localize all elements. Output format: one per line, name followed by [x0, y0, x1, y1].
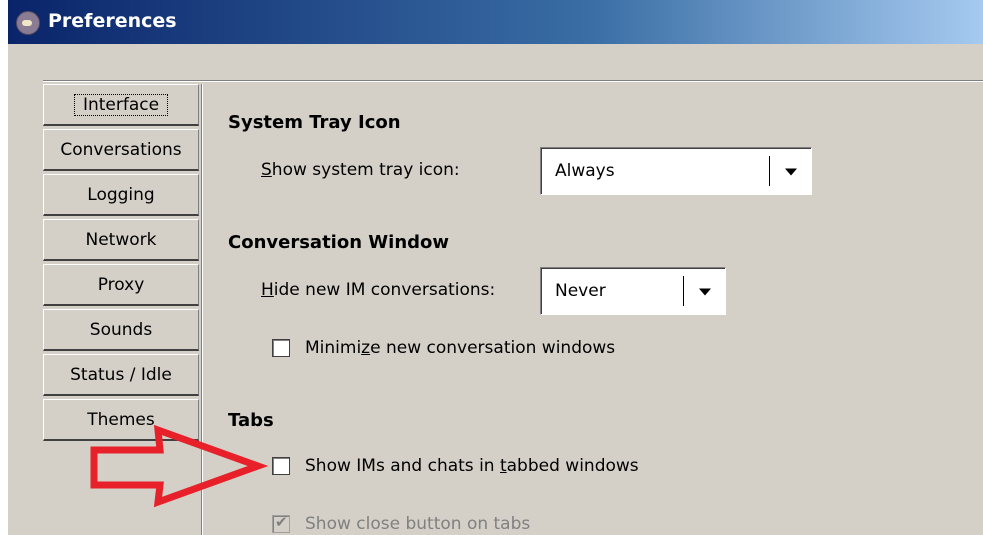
label-text: ide new IM conversations: [273, 280, 496, 300]
tab-label: Themes [87, 409, 155, 430]
dropdown-value: Never [555, 281, 606, 301]
tab-conversations[interactable]: Conversations [43, 129, 199, 171]
minimize-windows-label[interactable]: Minimize new conversation windows [305, 338, 615, 358]
preferences-window: Preferences Interface Conversations Logg… [8, 0, 983, 535]
tab-logging[interactable]: Logging [43, 174, 199, 216]
close-button-checkbox[interactable] [272, 513, 290, 533]
pidgin-app-icon [16, 11, 40, 35]
tab-label: Logging [87, 184, 155, 205]
label-text: e new conversation windows [370, 338, 616, 358]
mnemonic: H [261, 280, 274, 300]
minimize-windows-checkbox[interactable] [272, 339, 290, 357]
label-text: Show IMs and chats in [305, 456, 500, 476]
panel-divider-highlight [202, 84, 203, 535]
tab-label: Status / Idle [70, 364, 172, 385]
tab-themes[interactable]: Themes [43, 399, 199, 441]
tab-sounds[interactable]: Sounds [43, 309, 199, 351]
preferences-tab-list: Interface Conversations Logging Network … [43, 84, 199, 444]
tabbed-windows-label[interactable]: Show IMs and chats in tabbed windows [305, 456, 639, 476]
tab-status-idle[interactable]: Status / Idle [43, 354, 199, 396]
dropdown-separator [683, 276, 684, 306]
chevron-down-icon[interactable] [689, 272, 721, 310]
tab-interface[interactable]: Interface [43, 84, 199, 126]
show-tray-icon-label: Show system tray icon: [261, 160, 460, 180]
label-text: abbed windows [506, 456, 639, 476]
tabbed-windows-checkbox[interactable] [272, 457, 290, 475]
mnemonic: S [261, 160, 272, 180]
mnemonic: z [361, 338, 371, 358]
tab-proxy[interactable]: Proxy [43, 264, 199, 306]
close-button-label: Show close button on tabs [305, 514, 531, 534]
dropdown-separator [769, 156, 770, 186]
tab-label: Proxy [97, 274, 145, 295]
label-text: how system tray icon: [271, 160, 460, 180]
tab-label: Network [85, 229, 157, 250]
section-heading-conversation-window: Conversation Window [228, 232, 450, 253]
tab-label: Sounds [89, 319, 153, 340]
content-border-highlight [43, 81, 983, 82]
tab-label: Conversations [60, 139, 182, 160]
dropdown-value: Always [555, 161, 615, 181]
tab-label: Interface [73, 93, 169, 116]
tab-network[interactable]: Network [43, 219, 199, 261]
label-text: Minimi [305, 338, 362, 358]
section-heading-system-tray: System Tray Icon [228, 112, 401, 133]
window-title: Preferences [48, 10, 177, 32]
section-heading-tabs: Tabs [228, 410, 274, 431]
title-bar[interactable]: Preferences [8, 0, 983, 44]
hide-new-im-label: Hide new IM conversations: [261, 280, 495, 300]
tray-icon-dropdown[interactable]: Always [540, 147, 812, 195]
hide-conversations-dropdown[interactable]: Never [540, 267, 726, 315]
chevron-down-icon[interactable] [775, 152, 807, 190]
mnemonic: t [499, 456, 507, 476]
